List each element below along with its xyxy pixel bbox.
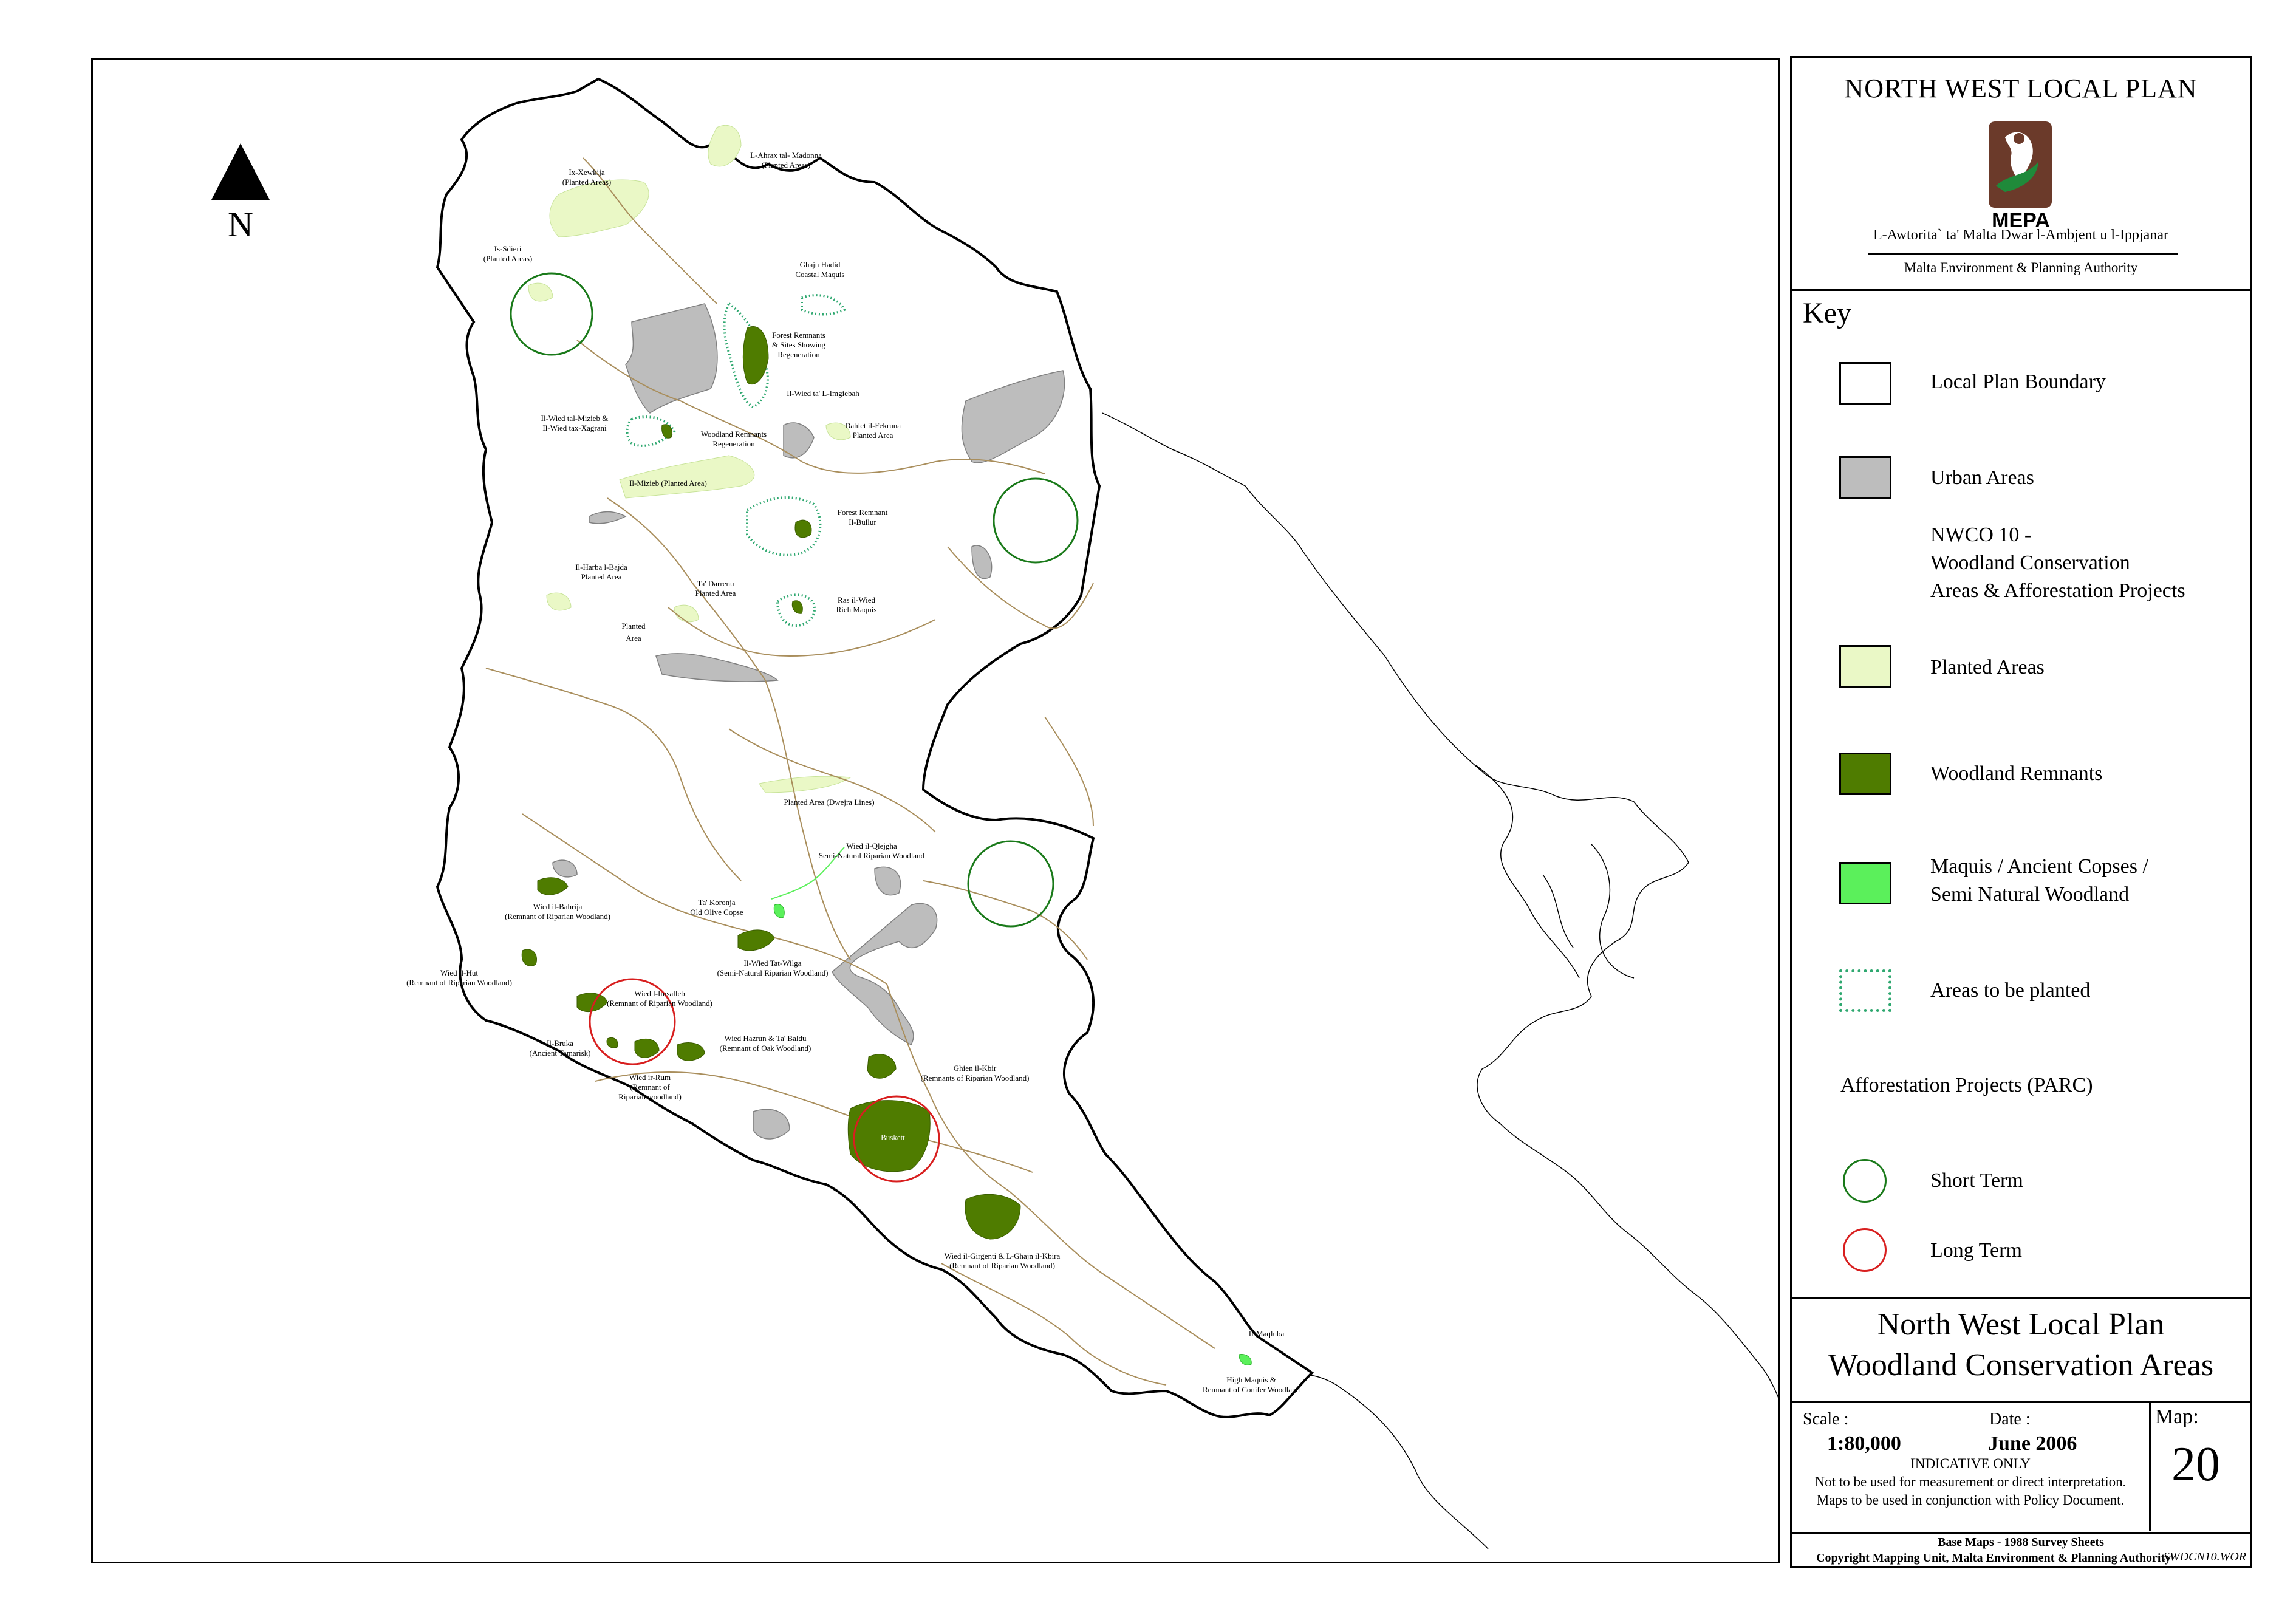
coastline-inlet: [1475, 765, 1580, 979]
woodland-remnant: [794, 519, 812, 538]
authority-name-maltese: L-Awtorita` ta' Malta Dwar l-Ambjent u l…: [1873, 227, 2168, 243]
scale-value: 1:80,000: [1827, 1432, 1901, 1455]
divider: [1792, 1297, 2250, 1299]
map-label: Ghajn Hadid Coastal Maquis: [795, 260, 844, 279]
map-label: Il-Mizieb (Planted Area): [629, 479, 707, 488]
date-label: Date :: [1989, 1410, 2031, 1429]
local-plan-boundary: [436, 77, 1314, 1418]
map-label: Ras il-Wied Rich Maquis: [836, 595, 877, 614]
map-label: Map:: [2155, 1406, 2199, 1428]
divider: [1868, 253, 2178, 255]
north-label: N: [228, 205, 253, 244]
map-label: Il-Wied tal-Mizieb & Il-Wied tax-Xagrani: [541, 414, 609, 432]
map-label: Forest Remnants & Sites Showing Regenerati…: [772, 330, 826, 359]
legend-swatch-woodland: [1839, 753, 1891, 795]
legend-label: Semi Natural Woodland: [1930, 883, 2130, 906]
mepa-logo-icon: [1989, 121, 2052, 208]
map-label-buskett: Buskett: [881, 1133, 905, 1142]
key-title: Key: [1803, 297, 1851, 329]
scale-label: Scale :: [1803, 1410, 1849, 1429]
map-label: Il-Wied ta' L-Imgiebah: [787, 389, 859, 398]
map-label: Planted Area (Dwejra Lines): [784, 798, 874, 807]
indicative-note: INDICATIVE ONLY: [1910, 1456, 2031, 1471]
legend-label: Local Plan Boundary: [1930, 371, 2106, 393]
plan-title-line2: Woodland Conservation Areas: [1828, 1348, 2214, 1382]
map-label: Ix-Xewkija (Planted Areas): [562, 168, 612, 186]
usage-note: Maps to be used in conjunction with Poli…: [1816, 1492, 2125, 1508]
date-value: June 2006: [1988, 1432, 2077, 1455]
map-label: Ta' Darrenu Planted Area: [695, 579, 736, 598]
divider: [1792, 289, 2250, 291]
legend-swatch-boundary: [1839, 362, 1891, 405]
map-label: Wied il-Girgenti & L-Ghajn il-Kbira (Remn…: [945, 1251, 1061, 1270]
map-label: Wied Hazrun & Ta' Baldu (Remnant of Oak W…: [720, 1034, 811, 1053]
map-label: Dahlet il-Fekruna Planted Area: [845, 421, 901, 440]
legend-label: Urban Areas: [1930, 466, 2034, 489]
legend-label: Short Term: [1930, 1169, 2023, 1192]
legend-panel: NORTH WEST LOCAL PLAN MEPA L-Awtorita` t…: [1790, 56, 2252, 1568]
legend-label: Long Term: [1930, 1239, 2022, 1262]
plan-header-title: NORTH WEST LOCAL PLAN: [1844, 73, 2198, 103]
map-svg: Ix-Xewkija (Planted Areas) L-Ahrax tal- M…: [406, 77, 1778, 1550]
legend-heading: Woodland Conservation: [1930, 552, 2130, 574]
short-term-ring-icon: [1843, 1159, 1887, 1203]
usage-note: Not to be used for measurement or direct…: [1814, 1474, 2127, 1489]
north-arrow: N: [211, 143, 270, 244]
divider: [1792, 1401, 2250, 1403]
map-reference: SWDCN10.WOR: [2163, 1550, 2246, 1563]
legend-label: Planted Areas: [1930, 656, 2045, 678]
long-term-ring-icon: [1843, 1228, 1887, 1272]
road: [1044, 716, 1094, 827]
copyright-note: Copyright Mapping Unit, Malta Environmen…: [1816, 1551, 2171, 1565]
legend-swatch-urban: [1839, 456, 1891, 499]
map-label: Il-Maqluba: [1249, 1329, 1285, 1338]
plan-title-line1: North West Local Plan: [1877, 1307, 2165, 1342]
legend-label: Maquis / Ancient Copses /: [1930, 855, 2148, 878]
map-number: 20: [2171, 1438, 2220, 1491]
north-arrow-icon: [211, 143, 270, 200]
legend-heading: NWCO 10 -: [1930, 524, 2032, 546]
coastline-peninsula: [1542, 844, 1635, 979]
map-label: Il-Harba l-Bajda Planted Area: [575, 562, 627, 581]
legend-swatch-planted: [1839, 645, 1891, 688]
legend-label: Areas to be planted: [1930, 979, 2091, 1002]
legend-heading: Areas & Afforestation Projects: [1930, 579, 2185, 602]
afforestation-title: Afforestation Projects (PARC): [1840, 1074, 2093, 1096]
legend-swatch-to-be-planted: [1839, 969, 1891, 1012]
legend-label: Woodland Remnants: [1930, 762, 2103, 785]
divider: [1792, 1532, 2250, 1534]
divider: [2149, 1402, 2151, 1531]
map-canvas[interactable]: Ix-Xewkija (Planted Areas) L-Ahrax tal- M…: [91, 58, 1780, 1563]
legend-swatch-maquis: [1839, 862, 1891, 904]
base-maps-note: Base Maps - 1988 Survey Sheets: [1938, 1536, 2104, 1549]
authority-name-english: Malta Environment & Planning Authority: [1904, 260, 2138, 275]
